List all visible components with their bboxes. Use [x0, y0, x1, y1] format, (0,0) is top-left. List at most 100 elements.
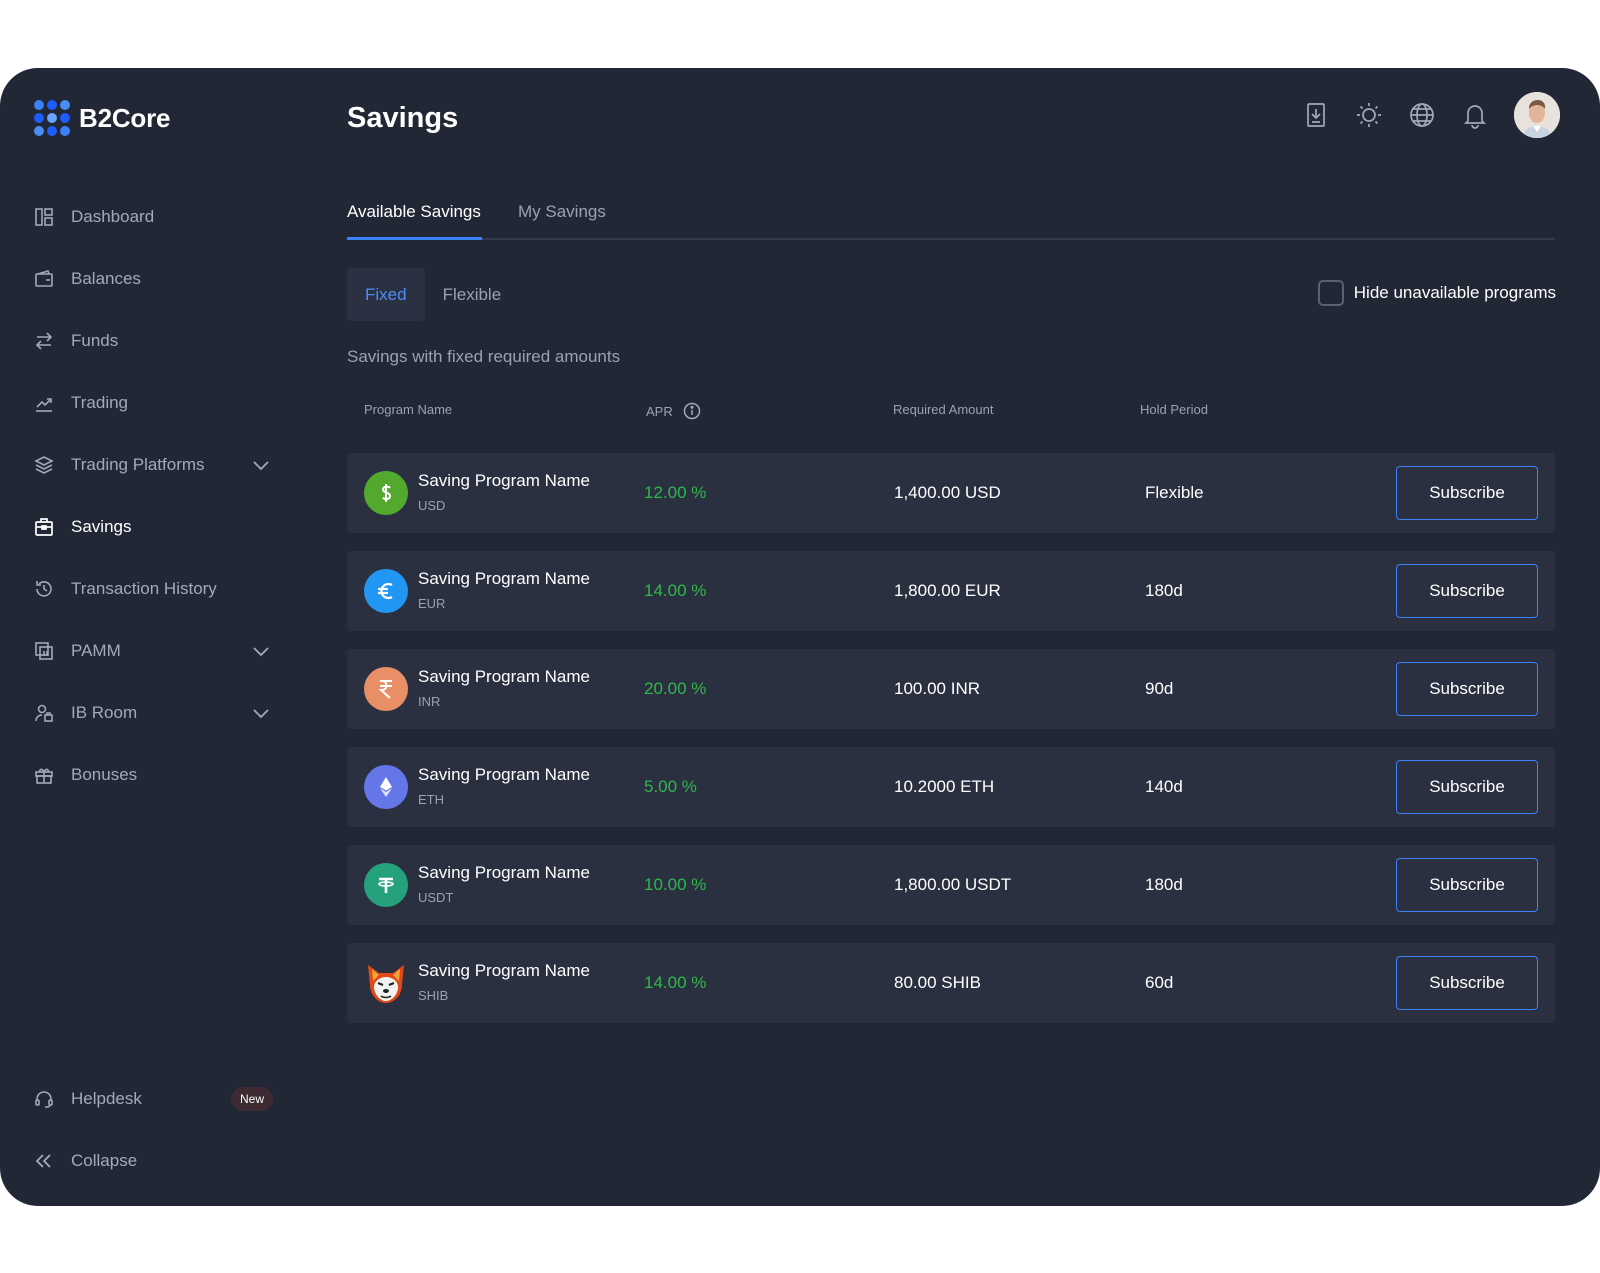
history-icon [34, 579, 54, 599]
program-required-amount: 1,400.00 USD [894, 483, 1001, 502]
tab-available-savings[interactable]: Available Savings [347, 202, 481, 222]
savings-tabs: Available Savings My Savings [347, 188, 1555, 240]
program-currency: USDT [418, 890, 454, 905]
subscribe-button[interactable]: Subscribe [1396, 760, 1538, 814]
sidebar-item-balances[interactable]: Balances [0, 248, 312, 310]
sidebar-item-label: Dashboard [71, 207, 155, 226]
sidebar-item-ib-room[interactable]: IB Room [0, 682, 312, 744]
program-hold-period: 140d [1145, 777, 1183, 796]
chevron-down-icon[interactable] [250, 454, 272, 476]
program-name: Saving Program Name [418, 471, 590, 490]
subscribe-button[interactable]: Subscribe [1396, 956, 1538, 1010]
tether-coin-icon [364, 863, 408, 907]
sidebar-item-funds[interactable]: Funds [0, 310, 312, 372]
program-required-amount: 80.00 SHIB [894, 973, 981, 992]
headset-icon [34, 1089, 54, 1109]
program-hold-period: 90d [1145, 679, 1174, 698]
rupee-coin-icon [364, 667, 408, 711]
sidebar-item-transaction-history[interactable]: Transaction History [0, 558, 312, 620]
wallet-icon [34, 269, 54, 289]
hide-unavailable-toggle[interactable]: Hide unavailable programs [1317, 280, 1556, 306]
program-apr: 5.00 % [644, 777, 697, 796]
column-apr: APR [646, 402, 701, 420]
gift-icon [34, 765, 54, 785]
chevron-down-icon[interactable] [250, 702, 272, 724]
page-title: Savings [347, 102, 459, 134]
program-currency: SHIB [418, 988, 449, 1003]
sidebar-collapse-button[interactable]: Collapse [0, 1130, 312, 1192]
hide-unavailable-checkbox[interactable] [1317, 280, 1344, 306]
subscribe-button[interactable]: Subscribe [1396, 858, 1538, 912]
savings-table: Saving Program Name USD 12.00 % 1,400.00… [347, 453, 1555, 1041]
program-name: Saving Program Name [418, 667, 590, 686]
app-window: B2Core Dashboard Balances Funds Trading … [0, 68, 1600, 1206]
active-tab-indicator [347, 237, 482, 240]
header-actions [1278, 92, 1560, 138]
program-required-amount: 100.00 INR [894, 679, 980, 698]
table-header: Program Name APR Required Amount Hold Pe… [347, 402, 1555, 422]
euro-coin-icon [364, 569, 408, 613]
program-apr: 20.00 % [644, 679, 707, 698]
program-currency: ETH [418, 792, 444, 807]
pamm-icon [34, 641, 54, 661]
table-row: Saving Program Name USD 12.00 % 1,400.00… [347, 453, 1555, 533]
column-program-name: Program Name [364, 402, 453, 417]
sidebar-item-pamm[interactable]: PAMM [0, 620, 312, 682]
sidebar-item-helpdesk[interactable]: Helpdesk New [0, 1068, 312, 1130]
sun-icon[interactable] [1354, 100, 1384, 130]
sidebar-item-trading[interactable]: Trading [0, 372, 312, 434]
segment-flexible[interactable]: Flexible [425, 268, 520, 321]
sidebar-item-bonuses[interactable]: Bonuses [0, 744, 312, 806]
program-name: Saving Program Name [418, 961, 590, 980]
tab-my-savings[interactable]: My Savings [518, 202, 606, 222]
sidebar-item-label: Bonuses [71, 765, 138, 784]
avatar[interactable] [1514, 92, 1560, 138]
table-row: Saving Program Name USDT 10.00 % 1,800.0… [347, 845, 1555, 925]
dollar-coin-icon [364, 471, 408, 515]
subscribe-button[interactable]: Subscribe [1396, 466, 1538, 520]
program-required-amount: 1,800.00 EUR [894, 581, 1001, 600]
column-required-amount: Required Amount [893, 402, 994, 417]
program-currency: INR [418, 694, 441, 709]
subscribe-button[interactable]: Subscribe [1396, 564, 1538, 618]
sidebar-item-label: Savings [71, 517, 132, 536]
segment-fixed[interactable]: Fixed [347, 268, 425, 321]
table-row: Saving Program Name SHIB 14.00 % 80.00 S… [347, 943, 1555, 1023]
brand-logo[interactable]: B2Core [34, 98, 170, 138]
program-hold-period: 60d [1145, 973, 1174, 992]
ethereum-coin-icon [364, 765, 408, 809]
download-icon[interactable] [1301, 100, 1331, 130]
program-apr: 12.00 % [644, 483, 707, 502]
program-apr: 14.00 % [644, 581, 707, 600]
subscribe-button[interactable]: Subscribe [1396, 662, 1538, 716]
program-currency: EUR [418, 596, 446, 611]
sidebar-item-savings[interactable]: Savings [0, 496, 312, 558]
sidebar-bottom: Helpdesk New Collapse [0, 1068, 312, 1192]
sidebar: B2Core Dashboard Balances Funds Trading … [0, 68, 312, 1206]
sidebar-item-label: Trading [71, 393, 129, 412]
info-icon[interactable] [683, 402, 701, 420]
sidebar-item-trading-platforms[interactable]: Trading Platforms [0, 434, 312, 496]
program-name: Saving Program Name [418, 765, 590, 784]
sidebar-item-label: IB Room [71, 703, 138, 722]
double-chevron-left-icon [34, 1151, 54, 1171]
program-required-amount: 1,800.00 USDT [894, 875, 1012, 894]
sidebar-item-label: Transaction History [71, 579, 217, 598]
column-apr-label: APR [646, 403, 673, 419]
sidebar-item-label: Balances [71, 269, 141, 288]
chevron-down-icon[interactable] [250, 640, 272, 662]
briefcase-icon [34, 517, 54, 537]
program-apr: 10.00 % [644, 875, 707, 894]
trend-chart-icon [34, 393, 54, 413]
bell-icon[interactable] [1460, 100, 1490, 130]
globe-icon[interactable] [1407, 100, 1437, 130]
sidebar-item-label: Funds [71, 331, 119, 350]
dashboard-icon [34, 207, 54, 227]
sidebar-item-dashboard[interactable]: Dashboard [0, 186, 312, 248]
transfer-arrows-icon [34, 331, 54, 351]
sidebar-item-label: Collapse [71, 1151, 138, 1170]
sidebar-item-label: Helpdesk [71, 1089, 142, 1108]
section-description: Savings with fixed required amounts [347, 347, 621, 366]
program-hold-period: 180d [1145, 581, 1183, 600]
sidebar-item-label: Trading Platforms [71, 455, 205, 474]
